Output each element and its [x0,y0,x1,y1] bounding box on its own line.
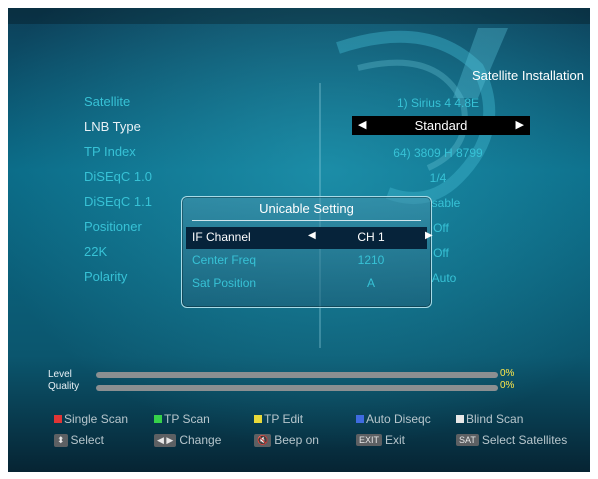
sat-position-row[interactable]: Sat Position A [186,273,427,295]
if-channel-value: CH 1 [357,230,385,244]
auto-diseqc-label: Auto Diseqc [366,412,431,426]
setting-value-diseqc10: 1/4 [429,171,447,185]
level-value: 0% [500,368,515,379]
quality-bar [96,385,498,391]
sat-key-icon: SAT [456,434,479,446]
green-key-icon [154,415,162,423]
setting-label-tp-index: TP Index [84,144,136,159]
setting-value-satellite: 1) Sirius 4 4.8E [396,96,480,110]
setting-label-polarity: Polarity [84,269,128,284]
arrow-left-icon[interactable]: ◀ [308,230,316,241]
sat-position-value: A [366,276,375,290]
left-right-key-icon: ◀ ▶ [154,434,177,447]
unicable-setting-dialog: Unicable Setting IF Channel ◀ CH 1 ▶ Cen… [181,196,433,308]
tp-scan-hotkey[interactable]: TP Scan [154,412,210,426]
change-label: Change [179,433,222,447]
exit-key-icon: EXIT [356,434,383,446]
setting-value-diseqc11: sable [431,196,461,210]
dialog-divider [192,220,421,221]
select-satellites-hotkey[interactable]: SAT Select Satellites [456,433,567,447]
blind-scan-label: Blind Scan [466,412,524,426]
setting-label-diseqc10: DiSEqC 1.0 [84,169,152,184]
tp-edit-label: TP Edit [264,412,304,426]
blue-key-icon [356,415,364,423]
setting-label-positioner: Positioner [84,219,142,234]
exit-hotkey[interactable]: EXIT Exit [356,433,405,447]
if-channel-label: IF Channel [192,230,251,244]
quality-value: 0% [500,380,515,391]
if-channel-row[interactable]: IF Channel ◀ CH 1 ▶ [186,227,433,249]
dialog-title: Unicable Setting [259,201,354,216]
change-hotkey[interactable]: ◀ ▶ Change [154,433,221,447]
select-label: Select [70,433,104,447]
setting-label-diseqc11: DiSEqC 1.1 [84,194,152,209]
exit-label: Exit [385,433,406,447]
tp-edit-hotkey[interactable]: TP Edit [254,412,303,426]
red-key-icon [54,415,62,423]
lnb-type-selector[interactable]: ◀ Standard ▶ [352,116,530,135]
sat-position-label: Sat Position [192,276,257,290]
mute-key-icon: 🔇 [254,434,272,447]
level-label: Level [48,369,72,380]
setting-label-satellite: Satellite [84,94,131,109]
tv-screen: Satellite Installation Satellite LNB Typ… [8,8,590,472]
page-title: Satellite Installation [471,68,584,83]
center-freq-row[interactable]: Center Freq 1210 [186,250,427,272]
tp-scan-label: TP Scan [164,412,210,426]
select-satellites-label: Select Satellites [481,433,568,447]
arrow-right-icon[interactable]: ▶ [425,230,433,241]
beep-hotkey[interactable]: 🔇 Beep on [254,433,319,447]
up-down-key-icon: ⬍ [54,434,68,447]
single-scan-hotkey[interactable]: Single Scan [54,412,128,426]
setting-value-lnb-type: Standard [414,118,468,133]
select-hotkey[interactable]: ⬍ Select [54,433,104,447]
setting-label-22k: 22K [84,244,108,259]
yellow-key-icon [254,415,262,423]
center-freq-label: Center Freq [192,253,257,267]
white-key-icon [456,415,464,423]
single-scan-label: Single Scan [64,412,129,426]
center-freq-value: 1210 [357,253,385,267]
setting-value-tp-index: 64) 3809 H 8799 [393,146,483,160]
level-bar [96,372,498,378]
arrow-right-icon[interactable]: ▶ [516,118,524,131]
setting-label-lnb-type[interactable]: LNB Type [84,119,141,134]
blind-scan-hotkey[interactable]: Blind Scan [456,412,523,426]
beep-on-label: Beep on [274,433,319,447]
auto-diseqc-hotkey[interactable]: Auto Diseqc [356,412,431,426]
quality-label: Quality [48,381,80,392]
